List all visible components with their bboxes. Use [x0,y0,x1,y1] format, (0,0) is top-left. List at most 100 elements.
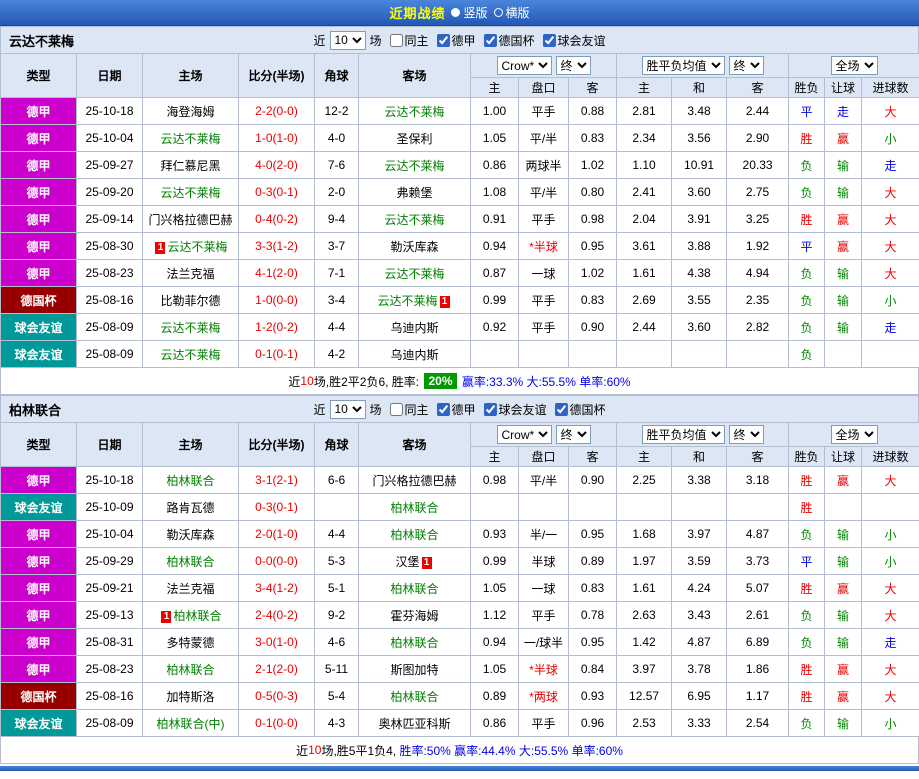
score: 0-1(0-1) [238,340,315,368]
avg-odds-value: 20.33 [726,151,790,179]
odds-value: 0.95 [567,520,618,548]
col-type: 类型 [0,422,77,467]
result-value [861,493,919,521]
layout-option-horizontal[interactable]: 横版 [493,4,530,21]
same-venue-filter[interactable]: 同主 [383,32,429,49]
odds-value: 一球 [518,259,569,287]
score: 1-2(0-2) [238,313,315,341]
team-name: 勒沃库森 [390,239,439,254]
result-value: 负 [788,286,826,314]
team-name: 柏林联合(中) [156,716,225,731]
odds-value: 一球 [518,574,569,602]
avg-odds-select[interactable]: 胜平负均值 [641,56,725,75]
league-checkbox[interactable] [436,402,450,416]
same-venue-checkbox[interactable] [389,402,403,416]
odds-value: 1.05 [470,655,519,683]
topbar: 近期战绩 竖版 横版 [0,0,919,26]
col-home: 主场 [142,53,239,98]
away-team-cell: 霍芬海姆 [358,601,471,629]
result-value: 负 [788,340,826,368]
league-filter-friendly[interactable]: 球会友谊 [478,401,547,418]
away-team-cell: 弗赖堡 [358,178,471,206]
odds-value: 0.94 [470,232,519,260]
league-filter-bundesliga[interactable]: 德甲 [431,32,476,49]
home-team-cell: 比勒菲尔德 [142,286,239,314]
odds-stage-select[interactable]: 终 [555,425,591,444]
red-card-badge: 1 [421,556,432,569]
match-row: 德甲 25-10-18 柏林联合 3-1(2-1) 6-6 门兴格拉德巴赫 0.98 平/半 0… [0,466,919,494]
odds-value: 半球 [518,547,569,575]
league-type-badge: 德国杯 [0,682,77,710]
avg-odds-value: 3.48 [671,97,728,125]
layout-option-vertical[interactable]: 竖版 [451,4,488,21]
team-name: 加特斯洛 [166,689,215,704]
avg-odds-value: 1.42 [616,628,673,656]
home-team-cell: 拜仁慕尼黑 [142,151,239,179]
avg-odds-value: 2.35 [726,286,790,314]
odds-value: 0.90 [567,466,618,494]
avg-odds-value: 3.25 [726,205,790,233]
fulltime-select[interactable]: 全场 [830,425,878,444]
subcol-handicap-result: 让球 [824,446,863,467]
score: 0-3(0-1) [238,493,315,521]
avg-odds-value: 2.75 [726,178,790,206]
league-filter-bundesliga[interactable]: 德甲 [431,401,476,418]
footer-stat: 单率:60% [571,743,623,758]
league-checkbox[interactable] [483,402,497,416]
recent-count-select[interactable]: 10 [329,30,366,50]
footer-stat: 场,胜5平1负4, [321,743,400,758]
avg-odds-value [616,340,673,368]
league-filter-friendly[interactable]: 球会友谊 [537,32,606,49]
league-checkbox[interactable] [542,33,556,47]
same-venue-label: 同主 [404,402,429,417]
odds-source-header: Crow* 终 [469,53,618,78]
corners: 4-4 [314,520,359,548]
same-venue-checkbox[interactable] [389,33,403,47]
radio-unselected-icon[interactable] [493,8,503,17]
result-value: 负 [788,520,826,548]
league-filter-dfb-pokal[interactable]: 德国杯 [549,401,606,418]
red-card-badge: 1 [161,610,172,623]
avg-odds-value: 2.41 [616,178,673,206]
same-venue-filter[interactable]: 同主 [383,401,429,418]
radio-selected-icon[interactable] [451,8,461,17]
footer-stat: 赢率:33.3% [458,374,527,389]
avg-stage-select[interactable]: 终 [728,56,764,75]
near-label: 近 [313,402,326,417]
match-row: 德甲 25-10-04 云达不莱梅 1-0(1-0) 4-0 圣保利 1.05 平/半 0.83… [0,124,919,152]
avg-odds-value: 5.07 [726,574,790,602]
league-filter-dfb-pokal[interactable]: 德国杯 [478,32,535,49]
home-team-cell: 加特斯洛 [142,682,239,710]
result-value: 赢 [824,655,863,683]
avg-odds-select[interactable]: 胜平负均值 [641,425,725,444]
league-checkbox[interactable] [483,33,497,47]
avg-odds-value: 3.78 [671,655,728,683]
avg-stage-select[interactable]: 终 [728,425,764,444]
odds-source-header: Crow* 终 [469,422,618,447]
corners: 6-6 [314,466,359,494]
fulltime-select[interactable]: 全场 [830,56,878,75]
bookmaker-select[interactable]: Crow* [496,56,552,75]
corners: 3-7 [314,232,359,260]
league-checkbox[interactable] [436,33,450,47]
league-type-badge: 德甲 [0,151,77,179]
match-date: 25-09-21 [76,574,143,602]
recent-count-select[interactable]: 10 [329,399,366,419]
home-team-cell: 法兰克福 [142,574,239,602]
league-type-badge: 球会友谊 [0,709,77,737]
away-team-cell: 柏林联合 [358,574,471,602]
league-type-badge: 德甲 [0,601,77,629]
league-checkbox[interactable] [554,402,568,416]
result-value: 输 [824,259,863,287]
home-team-cell: 1 柏林联合 [142,601,239,629]
bookmaker-select[interactable]: Crow* [496,425,552,444]
home-team-cell: 柏林联合 [142,655,239,683]
odds-value: 1.12 [470,601,519,629]
corners: 12-2 [314,97,359,125]
team-name: 门兴格拉德巴赫 [372,473,457,488]
odds-stage-select[interactable]: 终 [555,56,591,75]
result-value: 输 [824,286,863,314]
subcol-avg-home: 主 [616,446,673,467]
footer-stat: 近 [288,374,301,389]
avg-odds-value: 10.91 [671,151,728,179]
